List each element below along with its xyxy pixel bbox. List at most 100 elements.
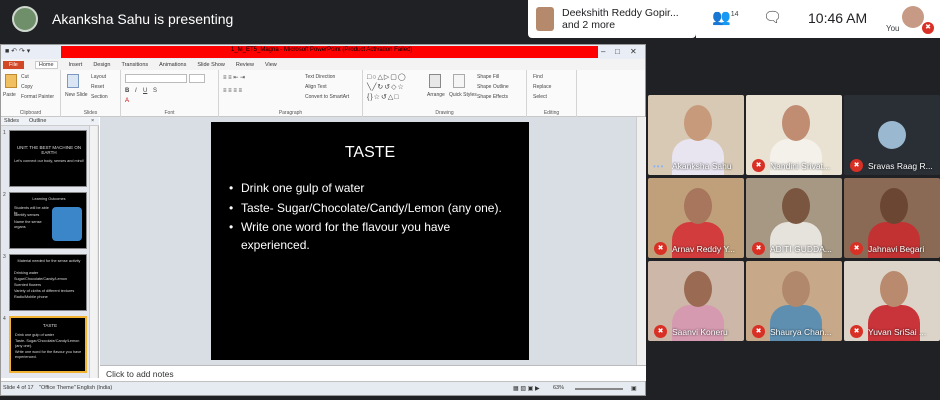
participant-name: Nandini Srivat...: [770, 161, 830, 171]
arrange-button[interactable]: Arrange: [427, 92, 445, 98]
tab-insert[interactable]: Insert: [69, 62, 83, 68]
tab-design[interactable]: Design: [93, 62, 110, 68]
shapes-gallery-row2[interactable]: ╲╱↻↺◇☆: [367, 83, 405, 91]
thumb-line: Name the sense organs: [14, 220, 42, 229]
close-panel-icon[interactable]: ×: [91, 118, 94, 124]
participant-tile[interactable]: ✖ Saanvi Koneru: [648, 261, 744, 341]
arrange-icon[interactable]: [429, 74, 441, 88]
tab-slide-show[interactable]: Slide Show: [197, 62, 225, 68]
view-normal-icon[interactable]: ▦ ▧ ▣ ▶: [513, 385, 540, 392]
tab-outline[interactable]: Outline: [29, 118, 46, 124]
ribbon-tabs: File Home Insert Design Transitions Anim…: [1, 59, 645, 70]
participant-video-face: [684, 105, 712, 141]
new-slide-button[interactable]: New Slide: [65, 92, 88, 98]
tab-transitions[interactable]: Transitions: [121, 62, 148, 68]
font-size-select[interactable]: [189, 74, 205, 83]
mic-off-icon: ✖: [850, 159, 863, 172]
quick-styles-icon[interactable]: [453, 74, 465, 88]
close-icon[interactable]: ✕: [630, 47, 637, 56]
participant-tile[interactable]: ✖ ADITI GUDDA...: [746, 178, 842, 258]
cut-button[interactable]: Cut: [21, 74, 29, 80]
shape-effects-button[interactable]: Shape Effects: [477, 94, 508, 100]
thumb-line: Variety of cloths of different textures: [14, 289, 75, 293]
tab-slides[interactable]: Slides: [4, 118, 19, 124]
participant-name: Sravas Raag R...: [868, 161, 933, 171]
shapes-gallery-row3[interactable]: {}☆↺△□: [367, 93, 399, 101]
slide-thumbnail-3[interactable]: Material needed for the sense activity D…: [9, 254, 87, 311]
paste-icon[interactable]: [5, 74, 17, 88]
mic-off-icon: ✖: [850, 242, 863, 255]
participant-tile[interactable]: ✖ Shaurya Chan...: [746, 261, 842, 341]
strikethrough-button[interactable]: S: [153, 88, 157, 94]
slide-bullets[interactable]: Drink one gulp of water Taste- Sugar/Cho…: [229, 180, 509, 256]
maximize-icon[interactable]: □: [615, 47, 620, 56]
participant-name: Arnav Reddy Y...: [672, 244, 736, 254]
reset-button[interactable]: Reset: [91, 84, 104, 90]
zoom-slider[interactable]: [575, 388, 623, 390]
slide-vertical-scrollbar[interactable]: [636, 117, 646, 365]
bold-button[interactable]: B: [125, 88, 129, 94]
participant-tile[interactable]: ✖ Jahnavi Begari: [844, 178, 940, 258]
section-button[interactable]: Section: [91, 94, 108, 100]
participant-video-face: [782, 271, 810, 307]
slide-title[interactable]: TASTE: [211, 144, 529, 162]
bullets-icon[interactable]: ≡ ≡ ⇤ ⇥: [223, 74, 245, 81]
people-icon: 👥: [712, 9, 731, 26]
paste-label[interactable]: Paste: [3, 92, 16, 98]
thumb-number: 1: [3, 130, 6, 136]
current-slide[interactable]: TASTE Drink one gulp of water Taste- Sug…: [211, 122, 529, 360]
self-avatar[interactable]: [902, 6, 924, 28]
people-button[interactable]: 👥14: [712, 8, 738, 26]
shape-fill-button[interactable]: Shape Fill: [477, 74, 499, 80]
replace-button[interactable]: Replace: [533, 84, 551, 90]
tab-review[interactable]: Review: [236, 62, 254, 68]
language[interactable]: English (India): [77, 385, 112, 391]
zoom-level[interactable]: 63%: [553, 385, 564, 391]
participant-tile[interactable]: ✖ Sravas Raag R...: [844, 95, 940, 175]
slide-thumbnail-1[interactable]: UNIT: THE BEST MACHINE ON EARTH Let's co…: [9, 130, 87, 187]
slide-thumbnail-4[interactable]: TASTE Drink one gulp of water Taste- Sug…: [9, 316, 87, 373]
convert-smartart-button[interactable]: Convert to SmartArt: [305, 94, 349, 100]
participant-tile[interactable]: ✖ Arnav Reddy Y...: [648, 178, 744, 258]
thumb-number: 3: [3, 254, 6, 260]
notes-pane[interactable]: Click to add notes: [100, 365, 646, 381]
participants-name: Deekshith Reddy Gopir...: [562, 7, 679, 19]
thumb-number: 2: [3, 192, 6, 198]
participants-preview[interactable]: Deekshith Reddy Gopir... and 2 more: [528, 0, 696, 38]
shape-outline-button[interactable]: Shape Outline: [477, 84, 509, 90]
format-painter-button[interactable]: Format Painter: [21, 94, 54, 100]
font-name-select[interactable]: [125, 74, 187, 83]
participant-tile[interactable]: ✖ Nandini Srivat...: [746, 95, 842, 175]
thumbnails-scrollbar[interactable]: [89, 126, 97, 378]
new-slide-icon[interactable]: [67, 74, 79, 88]
italic-button[interactable]: I: [135, 88, 137, 94]
participant-video-face: [782, 105, 810, 141]
align-icons[interactable]: ≡ ≡ ≡ ≡: [223, 88, 242, 94]
fit-slide-icon[interactable]: ▣: [631, 385, 637, 392]
copy-button[interactable]: Copy: [21, 84, 33, 90]
shapes-gallery[interactable]: □○△▷▢◯: [367, 73, 407, 81]
minimize-icon[interactable]: –: [601, 47, 605, 56]
tab-animations[interactable]: Animations: [159, 62, 186, 68]
tab-file[interactable]: File: [3, 60, 24, 69]
text-direction-button[interactable]: Text Direction: [305, 74, 335, 80]
underline-button[interactable]: U: [143, 88, 147, 94]
meet-window: Akanksha Sahu is presenting Deekshith Re…: [0, 0, 940, 400]
group-slides: New Slide Layout Reset Section Slides: [61, 70, 121, 117]
layout-button[interactable]: Layout: [91, 74, 106, 80]
select-button[interactable]: Select: [533, 94, 547, 100]
participant-tile[interactable]: ••• Akanksha Sahu: [648, 95, 744, 175]
align-text-button[interactable]: Align Text: [305, 84, 327, 90]
font-color-icon[interactable]: A: [125, 98, 129, 104]
participant-tile[interactable]: ✖ Yuvan SriSai ...: [844, 261, 940, 341]
quick-access-toolbar[interactable]: ■ ↶ ↷ ▾: [5, 47, 30, 55]
quick-styles-button[interactable]: Quick Styles: [449, 92, 477, 98]
find-button[interactable]: Find: [533, 74, 543, 80]
self-mic-off-icon: ✖: [922, 22, 934, 34]
group-label-font: Font: [164, 110, 175, 116]
chat-button[interactable]: 🗨: [763, 8, 782, 26]
mic-off-icon: ✖: [752, 242, 765, 255]
tab-home[interactable]: Home: [34, 60, 58, 69]
slide-thumbnail-2[interactable]: Learning Outcomes Students will be able …: [9, 192, 87, 249]
tab-view[interactable]: View: [265, 62, 277, 68]
